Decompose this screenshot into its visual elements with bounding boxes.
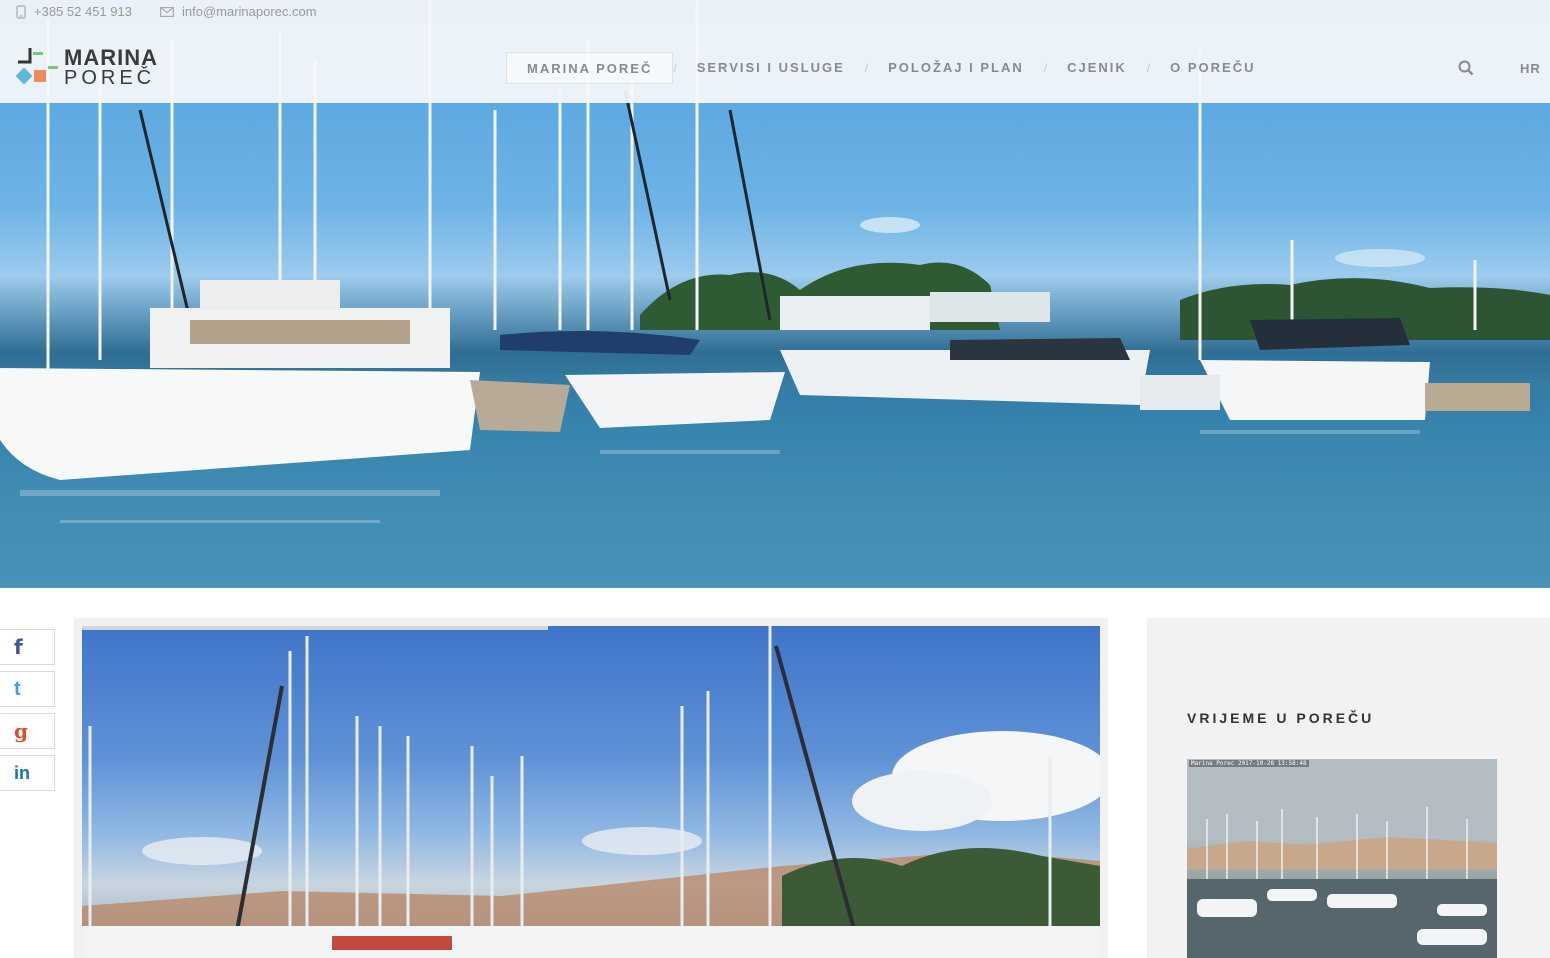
nav-item-o-porecu[interactable]: O POREČU <box>1150 52 1275 84</box>
facebook-icon: f <box>14 635 23 659</box>
google-plus-share-button[interactable]: g <box>0 713 55 749</box>
phone-number: +385 52 451 913 <box>34 4 132 19</box>
twitter-icon: t <box>14 677 21 700</box>
linkedin-share-button[interactable]: in <box>0 755 55 791</box>
nav-item-polozaj-i-plan[interactable]: POLOŽAJ I PLAN <box>868 52 1044 84</box>
webcam-image[interactable]: Marina Porec 2017-10-28 13:58:48 <box>1187 759 1497 958</box>
language-switcher[interactable]: HR <box>1520 61 1541 76</box>
social-share-bar: f t g in <box>0 629 55 797</box>
logo-text-porec: POREČ <box>64 67 156 89</box>
linkedin-icon: in <box>14 762 30 783</box>
site-header: +385 52 451 913 info@marinaporec.com MAR… <box>0 0 1550 103</box>
facebook-share-button[interactable]: f <box>0 629 55 665</box>
twitter-share-button[interactable]: t <box>0 671 55 707</box>
webcam-timestamp: Marina Porec 2017-10-28 13:58:48 <box>1189 760 1309 767</box>
nav-item-marina-porec[interactable]: MARINA POREČ <box>506 52 674 84</box>
nav-item-cjenik[interactable]: CJENIK <box>1047 52 1147 84</box>
main-content-card <box>74 618 1108 958</box>
site-logo[interactable]: MARINA POREČ <box>16 45 166 92</box>
weather-widget-title: VRIJEME U POREČU <box>1187 710 1375 726</box>
email-address: info@marinaporec.com <box>182 4 317 19</box>
slider-progress-bar <box>82 626 548 630</box>
main-navigation: MARINA POREČ / SERVISI I USLUGE / POLOŽA… <box>506 52 1275 84</box>
google-plus-icon: g <box>14 719 28 743</box>
phone-icon <box>16 4 26 19</box>
sidebar: VRIJEME U POREČU Marina Porec 2017-10-28… <box>1147 618 1550 958</box>
top-contact-bar: +385 52 451 913 info@marinaporec.com <box>0 0 1550 24</box>
search-icon[interactable] <box>1458 60 1474 76</box>
logo-mark-icon <box>16 48 58 85</box>
nav-item-servisi-i-usluge[interactable]: SERVISI I USLUGE <box>677 52 865 84</box>
marina-slider-image[interactable] <box>82 626 1100 958</box>
email-contact[interactable]: info@marinaporec.com <box>160 4 317 19</box>
mail-icon <box>160 6 174 17</box>
webcam-photo <box>1187 759 1497 958</box>
phone-contact[interactable]: +385 52 451 913 <box>16 4 132 19</box>
harbour-photo <box>82 626 1100 958</box>
